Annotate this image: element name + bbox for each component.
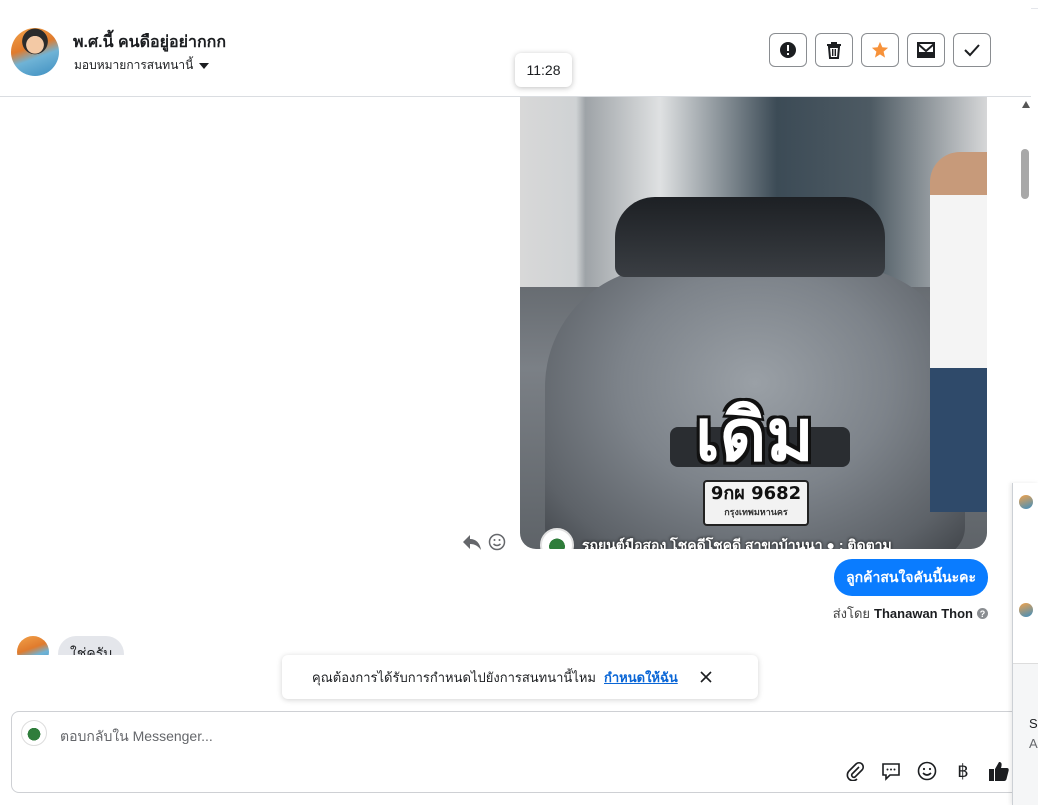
delete-button[interactable]	[815, 33, 853, 67]
reply-composer: ตอบกลับใน Messenger... ฿	[11, 711, 1021, 793]
emoji-react-icon[interactable]	[488, 533, 506, 551]
assign-dropdown[interactable]: มอบหมายการสนทนานี้	[74, 56, 210, 75]
page-logo-icon	[21, 720, 47, 746]
reply-input[interactable]: ตอบกลับใน Messenger...	[60, 726, 213, 748]
shared-video-attachment[interactable]: 9กผ 9682 กรุงเทพมหานคร เดิม รถยนต์มือสอง…	[520, 97, 987, 549]
composer-tools: ฿	[844, 760, 1010, 782]
header-actions	[769, 33, 991, 67]
side-avatar[interactable]	[1019, 603, 1033, 617]
side-text-2: A	[1029, 736, 1038, 751]
message-reactions	[462, 533, 506, 551]
exclamation-circle-icon	[780, 42, 796, 58]
sent-by-info: ส่งโดย Thanawan Thon ?	[833, 603, 988, 624]
page-logo-icon	[540, 528, 574, 549]
car-windshield	[615, 197, 885, 277]
scrollbar-thumb[interactable]	[1021, 149, 1029, 199]
outgoing-message-bubble[interactable]: ลูกค้าสนใจคันนี้นะคะ	[834, 559, 988, 596]
side-avatar[interactable]	[1019, 495, 1033, 509]
side-text-1: Sc	[1029, 716, 1038, 731]
star-icon	[871, 41, 889, 58]
emoji-icon[interactable]	[916, 760, 938, 782]
saved-reply-icon[interactable]	[880, 760, 902, 782]
person-image	[930, 152, 987, 512]
contact-name[interactable]: พ.ศ.นี้ คนดือยู่อย่ากกก	[73, 30, 226, 55]
caption-text: รถยนต์มือสอง โชคดีโชคดี สาขาบ้านนา ● : ต…	[582, 537, 892, 549]
plate-province: กรุงเทพมหานคร	[724, 507, 788, 517]
notice-text: คุณต้องการได้รับการกำหนดไปยังการสนทนานี้…	[312, 669, 596, 685]
close-icon[interactable]	[698, 669, 714, 685]
mail-icon	[917, 42, 935, 58]
sent-by-label: ส่งโดย	[832, 606, 871, 621]
chevron-down-icon	[199, 63, 210, 69]
star-button[interactable]	[861, 33, 899, 67]
like-icon[interactable]	[988, 760, 1010, 782]
check-icon	[964, 44, 980, 57]
baht-payment-icon[interactable]: ฿	[952, 760, 974, 782]
timestamp-tooltip: 11:28	[515, 53, 572, 87]
assign-to-me-link[interactable]: กำหนดให้ฉัน	[604, 667, 678, 688]
side-panel-bottom: Sc A	[1013, 663, 1038, 805]
assign-notice: คุณต้องการได้รับการกำหนดไปยังการสนทนานี้…	[282, 655, 758, 699]
reply-icon[interactable]	[462, 533, 482, 551]
contact-avatar[interactable]	[11, 28, 59, 76]
side-chat-panel[interactable]: Sc A	[1012, 483, 1038, 805]
scroll-up-arrow-icon[interactable]	[1022, 101, 1030, 108]
mark-unread-button[interactable]	[907, 33, 945, 67]
video-overlay-text: เดิม	[695, 393, 814, 477]
attach-icon[interactable]	[844, 760, 866, 782]
video-caption[interactable]: รถยนต์มือสอง โชคดีโชคดี สาขาบ้านนา ● : ต…	[540, 528, 980, 549]
done-button[interactable]	[953, 33, 991, 67]
assign-label: มอบหมายการสนทนานี้	[74, 58, 194, 72]
report-button[interactable]	[769, 33, 807, 67]
trash-icon	[827, 42, 841, 59]
sender-name[interactable]: Thanawan Thon	[874, 606, 973, 621]
help-icon[interactable]: ?	[977, 608, 988, 619]
